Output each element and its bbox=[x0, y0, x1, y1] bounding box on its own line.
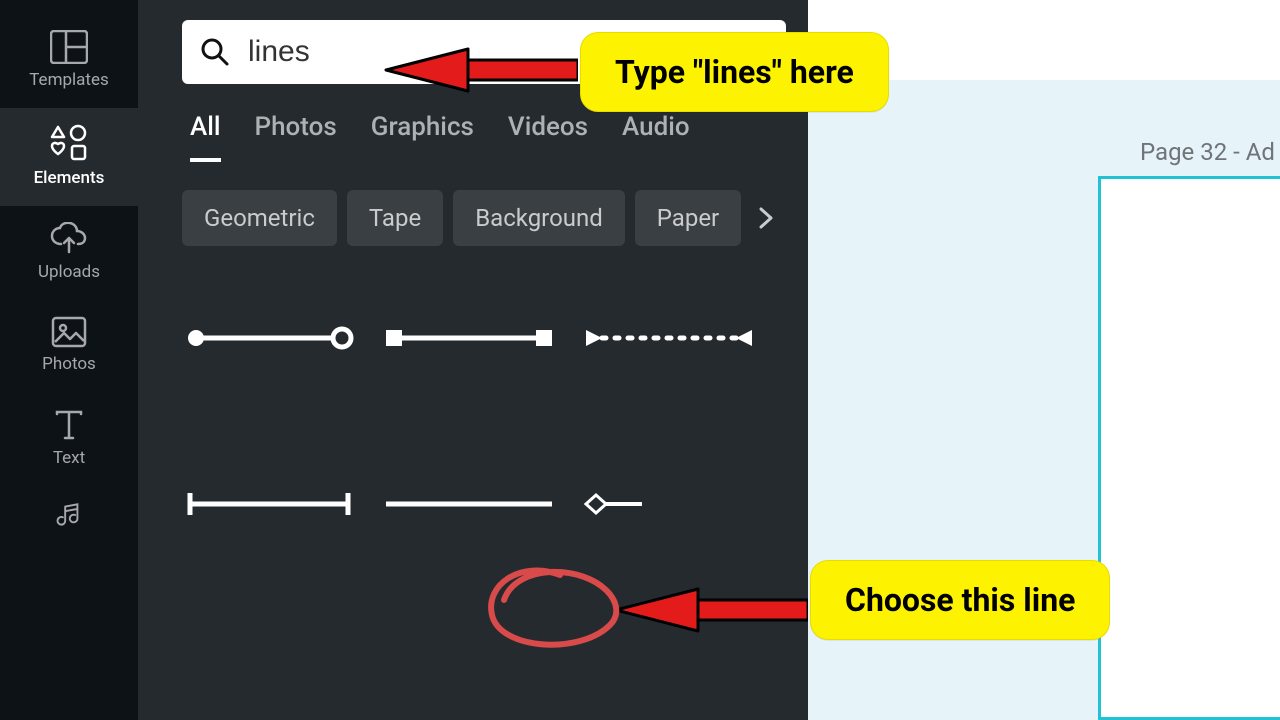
canvas-page[interactable] bbox=[1098, 176, 1280, 720]
search-results bbox=[182, 326, 786, 518]
sidebar-item-text[interactable]: Text bbox=[0, 392, 138, 486]
chip-geometric[interactable]: Geometric bbox=[182, 190, 337, 246]
line-element-dotted-arrows[interactable] bbox=[584, 326, 754, 350]
annotation-arrow-choose bbox=[608, 570, 808, 650]
search-icon bbox=[200, 37, 230, 67]
line-element-square-ends[interactable] bbox=[384, 326, 554, 350]
filter-tabs: All Photos Graphics Videos Audio bbox=[182, 112, 786, 162]
line-element-plain[interactable] bbox=[384, 492, 554, 516]
templates-icon bbox=[50, 30, 88, 64]
annotation-callout-search: Type "lines" here bbox=[580, 32, 889, 112]
chip-tape[interactable]: Tape bbox=[347, 190, 443, 246]
chip-background[interactable]: Background bbox=[453, 190, 625, 246]
line-element-circle-ends[interactable] bbox=[184, 326, 354, 350]
sidebar-item-photos[interactable]: Photos bbox=[0, 300, 138, 392]
page-label: Page 32 - Ad bbox=[1140, 138, 1275, 166]
annotation-arrow-search bbox=[378, 30, 578, 110]
line-element-tick-ends[interactable] bbox=[184, 490, 354, 518]
uploads-icon bbox=[49, 222, 89, 256]
sidebar-item-templates[interactable]: Templates bbox=[0, 14, 138, 108]
sidebar-item-elements[interactable]: Elements bbox=[0, 108, 138, 206]
tab-videos[interactable]: Videos bbox=[508, 112, 588, 162]
tab-all[interactable]: All bbox=[190, 112, 221, 162]
sidebar-item-label: Uploads bbox=[38, 262, 100, 282]
sidebar-item-label: Elements bbox=[34, 168, 105, 188]
annotation-callout-choose: Choose this line bbox=[810, 560, 1110, 640]
photos-icon bbox=[51, 316, 87, 348]
chips-more-button[interactable] bbox=[751, 203, 781, 233]
results-row bbox=[182, 490, 786, 518]
chip-paper[interactable]: Paper bbox=[635, 190, 741, 246]
suggestion-chips: Geometric Tape Background Paper bbox=[182, 190, 786, 246]
sidebar: Templates Elements Uploads Photos Te bbox=[0, 0, 138, 720]
line-element-diamond-end[interactable] bbox=[584, 492, 644, 516]
sidebar-item-label: Templates bbox=[29, 70, 109, 90]
text-icon bbox=[53, 408, 85, 442]
sidebar-item-uploads[interactable]: Uploads bbox=[0, 206, 138, 300]
sidebar-item-label: Photos bbox=[42, 354, 96, 374]
tab-audio[interactable]: Audio bbox=[622, 112, 690, 162]
sidebar-item-label: Text bbox=[53, 448, 85, 468]
tab-graphics[interactable]: Graphics bbox=[371, 112, 474, 162]
elements-icon bbox=[48, 124, 90, 162]
audio-icon bbox=[52, 502, 86, 528]
tab-photos[interactable]: Photos bbox=[255, 112, 337, 162]
results-row bbox=[182, 326, 786, 350]
sidebar-item-audio[interactable] bbox=[0, 486, 138, 528]
